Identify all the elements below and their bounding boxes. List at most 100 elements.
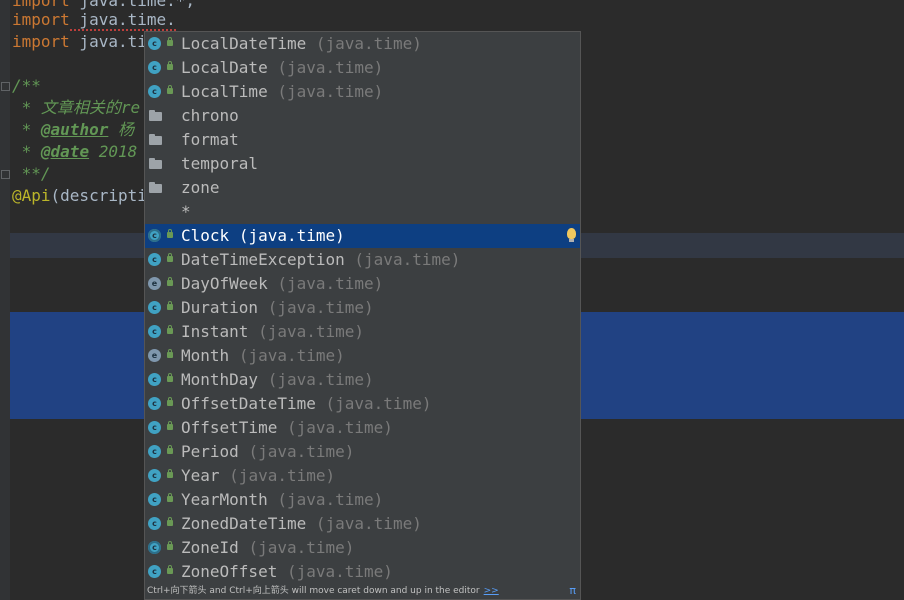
completion-item[interactable]: c ZoneId (java.time) xyxy=(145,536,580,560)
item-name: chrono xyxy=(181,106,239,125)
item-package: (java.time) xyxy=(325,394,432,413)
class-icon: c xyxy=(148,517,161,530)
completion-item-label: Month (java.time) xyxy=(181,344,345,368)
public-access-icon xyxy=(167,301,173,310)
class-icon: c xyxy=(148,397,161,410)
code-completion-popup[interactable]: c LocalDateTime (java.time) c LocalDate (ja… xyxy=(144,31,581,600)
item-package: (java.time) xyxy=(267,370,374,389)
keyword: import xyxy=(12,32,70,51)
code-line[interactable]: /** xyxy=(12,75,41,97)
code-line[interactable]: * 文章相关的re xyxy=(12,97,141,119)
public-access-icon xyxy=(167,277,173,286)
item-name: zone xyxy=(181,178,220,197)
completion-item[interactable]: c ZoneOffset (java.time) xyxy=(145,560,580,584)
completion-item-label: LocalDate (java.time) xyxy=(181,56,383,80)
comment-text: **/ xyxy=(12,164,51,183)
more-link[interactable]: >> xyxy=(484,586,499,596)
item-name: ZoneOffset xyxy=(181,562,278,581)
class-icon: c xyxy=(148,493,161,506)
item-name: Instant xyxy=(181,322,249,341)
annotation: @Api xyxy=(12,186,51,205)
lightbulb-icon[interactable] xyxy=(567,228,576,242)
item-package: (java.time) xyxy=(277,82,384,101)
completion-footer: Ctrl+向下箭头 and Ctrl+向上箭头 will move caret … xyxy=(145,583,580,599)
item-name: ZonedDateTime xyxy=(181,514,307,533)
code-line[interactable]: import java.time. xyxy=(12,9,176,31)
item-package: (java.time) xyxy=(277,58,384,77)
fold-marker-icon[interactable] xyxy=(1,82,10,91)
pi-icon[interactable]: π xyxy=(569,583,576,599)
editor-gutter[interactable] xyxy=(0,0,10,600)
class-icon: c xyxy=(148,61,161,74)
completion-item[interactable]: c LocalTime (java.time) xyxy=(145,80,580,104)
code-line[interactable]: import java.ti xyxy=(12,31,147,53)
item-package: (java.time) xyxy=(229,466,336,485)
completion-item-label: DateTimeException (java.time) xyxy=(181,248,460,272)
public-access-icon xyxy=(167,541,173,550)
fold-marker-icon[interactable] xyxy=(1,170,10,179)
class-icon: c xyxy=(148,421,161,434)
package-folder-icon xyxy=(149,182,162,193)
completion-item-label: format xyxy=(181,128,239,152)
code-line[interactable]: **/ xyxy=(12,163,51,185)
completion-item[interactable]: c MonthDay (java.time) xyxy=(145,368,580,392)
completion-item[interactable]: c YearMonth (java.time) xyxy=(145,488,580,512)
completion-item[interactable]: format xyxy=(145,128,580,152)
public-access-icon xyxy=(167,325,173,334)
completion-item[interactable]: c OffsetDateTime (java.time) xyxy=(145,392,580,416)
completion-item[interactable]: * xyxy=(145,200,580,224)
javadoc-tag: @date xyxy=(40,142,90,161)
completion-item-label: YearMonth (java.time) xyxy=(181,488,383,512)
item-package: (java.time) xyxy=(248,442,355,461)
public-access-icon xyxy=(167,469,173,478)
completion-item-label: Instant (java.time) xyxy=(181,320,364,344)
completion-item[interactable]: c LocalDate (java.time) xyxy=(145,56,580,80)
completion-item-label: temporal xyxy=(181,152,258,176)
completion-item[interactable]: zone xyxy=(145,176,580,200)
item-package: (java.time) xyxy=(267,298,374,317)
item-name: format xyxy=(181,130,239,149)
item-name: * xyxy=(181,202,191,221)
comment-text: * xyxy=(12,120,41,139)
completion-item[interactable]: c OffsetTime (java.time) xyxy=(145,416,580,440)
completion-item[interactable]: chrono xyxy=(145,104,580,128)
class-icon: c xyxy=(148,469,161,482)
class-icon: c xyxy=(148,37,161,50)
completion-item-label: LocalDateTime (java.time) xyxy=(181,32,422,56)
completion-item-label: Period (java.time) xyxy=(181,440,354,464)
completion-item[interactable]: c Instant (java.time) xyxy=(145,320,580,344)
class-icon: c xyxy=(148,373,161,386)
item-package: (java.time) xyxy=(248,538,355,557)
item-package: (java.time) xyxy=(277,274,384,293)
item-name: DayOfWeek xyxy=(181,274,268,293)
completion-item[interactable]: temporal xyxy=(145,152,580,176)
completion-item[interactable]: e Month (java.time) xyxy=(145,344,580,368)
completion-item[interactable]: c Year (java.time) xyxy=(145,464,580,488)
completion-item-label: Year (java.time) xyxy=(181,464,335,488)
class-icon: c xyxy=(148,85,161,98)
completion-item[interactable]: e DayOfWeek (java.time) xyxy=(145,272,580,296)
completion-item[interactable]: c Clock (java.time) xyxy=(145,224,580,248)
public-access-icon xyxy=(167,37,173,46)
completion-item[interactable]: c Period (java.time) xyxy=(145,440,580,464)
public-access-icon xyxy=(167,421,173,430)
comment-text: 杨 xyxy=(108,120,134,139)
completion-item[interactable]: c LocalDateTime (java.time) xyxy=(145,32,580,56)
item-name: Duration xyxy=(181,298,259,317)
completion-item-label: MonthDay (java.time) xyxy=(181,368,374,392)
class-icon: c xyxy=(148,445,161,458)
public-access-icon xyxy=(167,85,173,94)
code-line[interactable]: * @author 杨 xyxy=(12,119,134,141)
completion-item[interactable]: c DateTimeException (java.time) xyxy=(145,248,580,272)
item-name: OffsetDateTime xyxy=(181,394,316,413)
item-name: Clock xyxy=(181,226,230,245)
code-line[interactable]: * @date 2018 xyxy=(12,141,138,163)
item-name: ZoneId xyxy=(181,538,239,557)
completion-item[interactable]: c ZonedDateTime (java.time) xyxy=(145,512,580,536)
code-line[interactable]: @Api(descripti xyxy=(12,185,147,207)
javadoc-tag: @author xyxy=(40,120,109,139)
completion-item[interactable]: c Duration (java.time) xyxy=(145,296,580,320)
completion-item-label: zone xyxy=(181,176,220,200)
completion-item-label: Duration (java.time) xyxy=(181,296,374,320)
package-folder-icon xyxy=(149,158,162,169)
